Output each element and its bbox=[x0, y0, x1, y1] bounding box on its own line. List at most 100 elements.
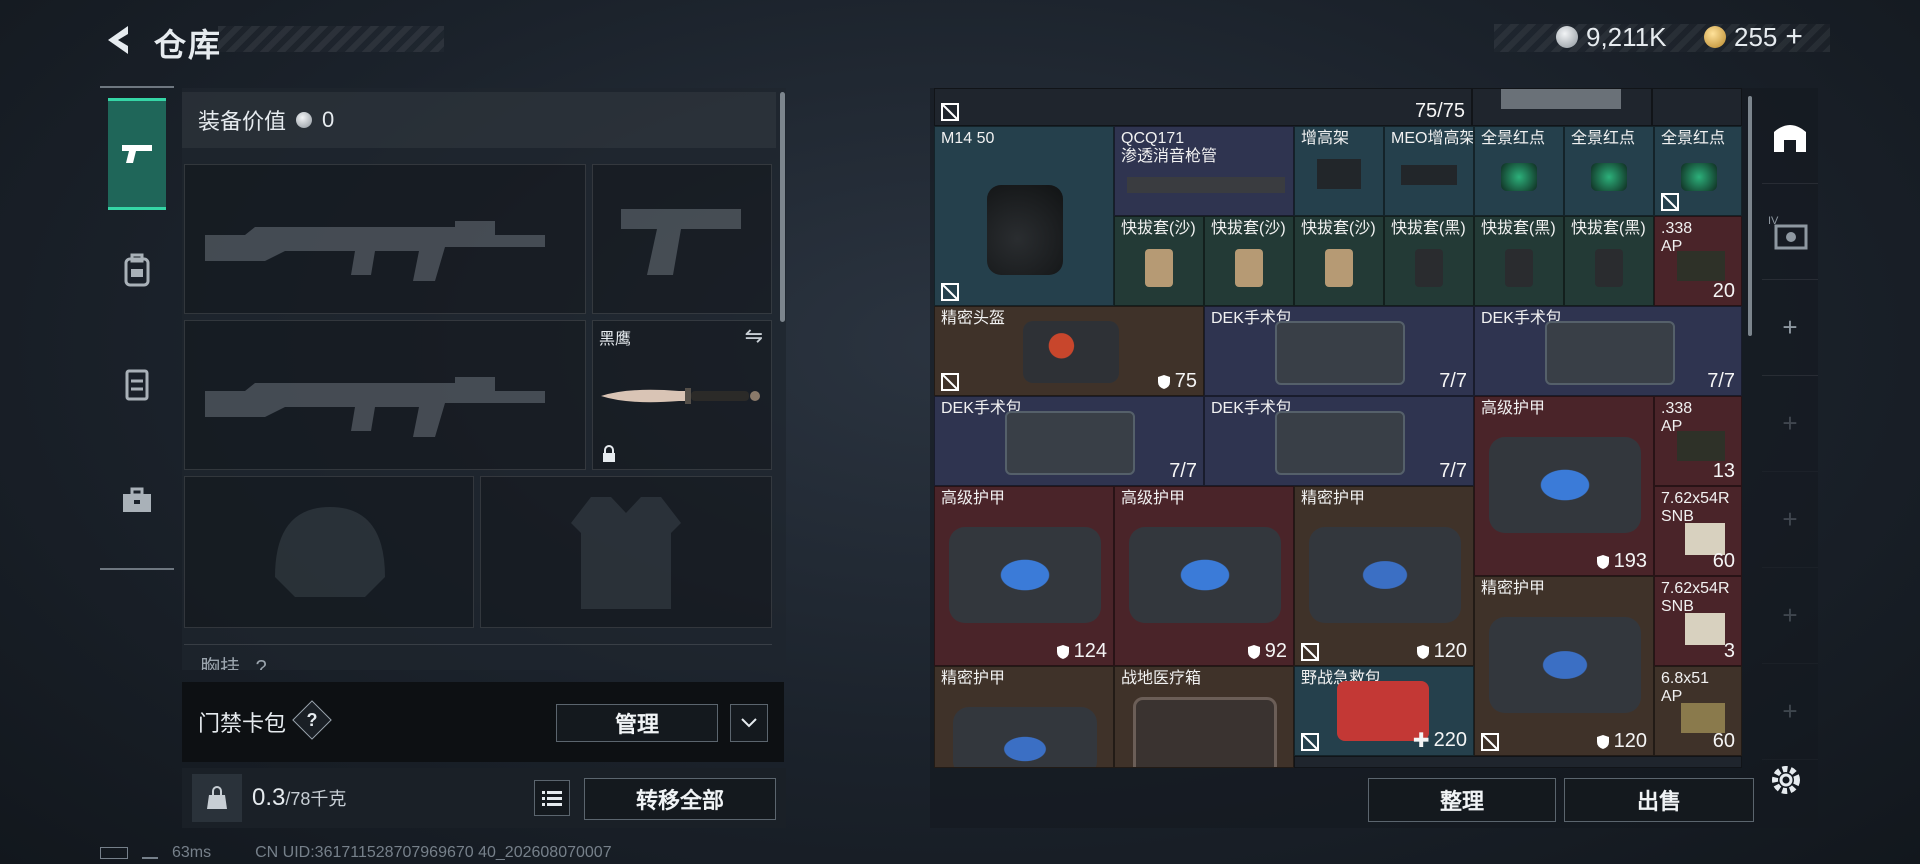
storage-item-precision-armor[interactable]: 精密护甲 120 bbox=[1474, 576, 1654, 756]
storage-item-dek-kit[interactable]: DEK手术包 7/7 bbox=[934, 396, 1204, 486]
storage-scrollbar[interactable] bbox=[1748, 96, 1752, 336]
item-name: M14 50 bbox=[941, 130, 995, 147]
add-storage-tab[interactable]: + bbox=[1762, 280, 1818, 376]
keycard-help-icon[interactable]: ? bbox=[292, 700, 332, 740]
storage-item-qd-sand[interactable]: 快拔套(沙) bbox=[1294, 216, 1384, 306]
equipment-value: 0 bbox=[322, 107, 335, 132]
storage-item-68-ap[interactable]: 6.8x51 AP 60 bbox=[1654, 666, 1742, 756]
armor-image bbox=[1309, 527, 1461, 623]
storage-item-qd-sand[interactable]: 快拔套(沙) bbox=[1204, 216, 1294, 306]
storage-item-qcq171[interactable]: QCQ171 渗透消音枪管 bbox=[1114, 126, 1294, 216]
knife-icon bbox=[601, 388, 760, 404]
storage-item-precision-armor[interactable]: 精密护甲 120 bbox=[1294, 486, 1474, 666]
storage-item[interactable] bbox=[1652, 88, 1742, 126]
add-storage-tab[interactable]: + bbox=[1762, 568, 1818, 664]
no-insurance-icon bbox=[941, 283, 959, 301]
item-name: 6.8x51 AP bbox=[1661, 670, 1710, 705]
item-name: 全景红点 bbox=[1661, 130, 1726, 147]
status-bar: 63ms CN UID:361711528707969670 40_202608… bbox=[100, 844, 612, 862]
back-arrow-icon[interactable] bbox=[100, 22, 136, 58]
storage-item-m14-mag[interactable]: M14 50 bbox=[934, 126, 1114, 306]
tab-weapons[interactable] bbox=[108, 98, 166, 210]
manage-button[interactable]: 管理 bbox=[556, 704, 718, 742]
sell-button[interactable]: 出售 bbox=[1564, 778, 1754, 822]
sort-button[interactable]: 整理 bbox=[1368, 778, 1556, 822]
add-storage-tab[interactable]: + bbox=[1762, 664, 1818, 760]
swap-icon[interactable]: ⇋ bbox=[745, 323, 763, 349]
item-name: 精密护甲 bbox=[1301, 490, 1366, 507]
storage-item-advanced-armor[interactable]: 高级护甲 193 bbox=[1474, 396, 1654, 576]
helmet-slot[interactable] bbox=[184, 476, 474, 628]
surgical-kit-image bbox=[1275, 321, 1405, 385]
storage-item-qd-black[interactable]: 快拔套(黑) bbox=[1564, 216, 1654, 306]
storage-item-762-snb[interactable]: 7.62x54R SNB 3 bbox=[1654, 576, 1742, 666]
shield-icon bbox=[1416, 644, 1429, 659]
gold-currency[interactable]: 255 + bbox=[1704, 20, 1803, 54]
item-name: 高级护甲 bbox=[1481, 400, 1546, 417]
chest-help-icon[interactable]: ? bbox=[256, 657, 267, 670]
melee-slot[interactable]: 黑鹰 ⇋ bbox=[592, 320, 772, 470]
armor-slot[interactable] bbox=[480, 476, 772, 628]
storage-home-tab[interactable] bbox=[1762, 88, 1818, 184]
storage-item-qd-black[interactable]: 快拔套(黑) bbox=[1474, 216, 1564, 306]
silver-currency[interactable]: 9,211K bbox=[1556, 20, 1666, 54]
storage-item-338-ap[interactable]: .338 AP 13 bbox=[1654, 396, 1742, 486]
storage-item-precision-armor[interactable]: 精密护甲 bbox=[934, 666, 1114, 768]
storage-item-helmet[interactable]: 精密头盔 75 bbox=[934, 306, 1204, 396]
item-name: 战地医疗箱 bbox=[1121, 670, 1202, 687]
storage-item-qd-black[interactable]: 快拔套(黑) bbox=[1384, 216, 1474, 306]
storage-item-riser[interactable]: 增高架 bbox=[1294, 126, 1384, 216]
add-storage-tab[interactable]: + bbox=[1762, 472, 1818, 568]
storage-item-holo-sight[interactable]: 全景红点 bbox=[1654, 126, 1742, 216]
storage-item-dek-kit[interactable]: DEK手术包 7/7 bbox=[1204, 396, 1474, 486]
storage-item-field-med-box[interactable]: 战地医疗箱 bbox=[1114, 666, 1294, 768]
gold-coin-icon bbox=[1704, 26, 1726, 48]
storage-item[interactable]: 75/75 bbox=[934, 88, 1472, 126]
add-gold-button[interactable]: + bbox=[1785, 20, 1803, 54]
tab-chest-rig[interactable] bbox=[100, 328, 174, 440]
item-name: 精密护甲 bbox=[941, 670, 1006, 687]
item-qty: 60 bbox=[1712, 550, 1735, 572]
item-name: 快拔套(黑) bbox=[1481, 220, 1556, 237]
storage-item-dek-kit[interactable]: DEK手术包 7/7 bbox=[1204, 306, 1474, 396]
shield-icon bbox=[1056, 644, 1069, 659]
storage-item-advanced-armor[interactable]: 高级护甲 124 bbox=[934, 486, 1114, 666]
gear-icon[interactable] bbox=[1766, 760, 1806, 800]
tab-toolbox[interactable] bbox=[100, 444, 174, 556]
transfer-all-button[interactable]: 转移全部 bbox=[584, 778, 776, 820]
secondary-weapon-slot[interactable] bbox=[184, 320, 586, 470]
storage-item-762-snb[interactable]: 7.62x54R SNB 60 bbox=[1654, 486, 1742, 576]
shield-icon bbox=[1596, 554, 1609, 569]
storage-item-meo-riser[interactable]: MEO增高架 bbox=[1384, 126, 1474, 216]
storage-item-dek-kit[interactable]: DEK手术包 7/7 bbox=[1474, 306, 1742, 396]
shield-icon bbox=[1596, 734, 1609, 749]
storage-item-qd-sand[interactable]: 快拔套(沙) bbox=[1114, 216, 1204, 306]
storage-item-advanced-armor[interactable]: 高级护甲 92 bbox=[1114, 486, 1294, 666]
pistol-slot[interactable] bbox=[592, 164, 772, 314]
list-view-button[interactable] bbox=[534, 780, 570, 816]
item-image bbox=[1595, 249, 1623, 287]
chest-rig-row[interactable]: 胸挂 ? bbox=[184, 644, 772, 670]
header-decoration bbox=[218, 26, 444, 52]
storage-side-menu: IV + + + + + bbox=[1762, 88, 1818, 828]
equipment-value-row: 装备价值 0 bbox=[182, 92, 776, 148]
signal-icon bbox=[142, 847, 158, 859]
storage-item-holo-sight[interactable]: 全景红点 bbox=[1474, 126, 1564, 216]
gold-amount: 255 bbox=[1734, 21, 1778, 52]
item-image bbox=[1325, 249, 1353, 287]
item-durability: 193 bbox=[1596, 550, 1647, 573]
add-storage-tab[interactable]: + bbox=[1762, 376, 1818, 472]
keycard-dropdown-button[interactable] bbox=[730, 704, 768, 742]
equipment-scrollbar[interactable] bbox=[780, 92, 785, 322]
armor-iv-tab[interactable]: IV bbox=[1762, 184, 1818, 280]
storage-item[interactable] bbox=[1472, 88, 1652, 126]
primary-weapon-slot[interactable] bbox=[184, 164, 586, 314]
tab-backpack[interactable] bbox=[100, 214, 174, 326]
storage-item-holo-sight[interactable]: 全景红点 bbox=[1564, 126, 1654, 216]
storage-item-first-aid-kit[interactable]: 野战急救包 ✚ 220 bbox=[1294, 666, 1474, 756]
no-insurance-icon bbox=[941, 373, 959, 391]
item-name: 全景红点 bbox=[1571, 130, 1636, 147]
surgical-kit-image bbox=[1275, 411, 1405, 475]
item-uses: 7/7 bbox=[1707, 370, 1735, 392]
storage-item-338-ap[interactable]: .338 AP 20 bbox=[1654, 216, 1742, 306]
